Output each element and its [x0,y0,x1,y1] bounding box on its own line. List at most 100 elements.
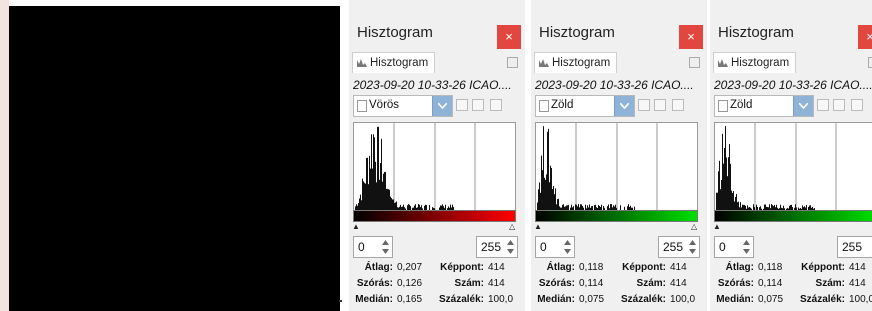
image-canvas[interactable] [9,6,340,311]
histogram-bar [735,196,736,210]
panel-titlebar[interactable]: Hisztogram × [531,14,707,52]
histogram-bar [722,133,723,210]
log-histogram-icon[interactable] [833,99,845,111]
dropdown-button[interactable] [614,96,634,116]
histogram-bar [541,155,542,210]
histogram-bar [734,201,735,210]
dock-menu-icon[interactable] [868,57,872,68]
histogram-graph[interactable] [714,122,872,211]
range-low-value: 0 [358,240,365,254]
histogram-bar [392,199,393,210]
histogram-bar [716,192,717,210]
dropdown-button[interactable] [432,96,452,116]
tab-histogram[interactable]: Hisztogram [352,52,436,73]
panel-titlebar[interactable]: Hisztogram × [710,14,872,52]
histogram-bar [544,177,545,210]
histogram-icon [357,59,367,67]
range-high-input[interactable]: 255 [476,236,518,258]
view-mode-icon[interactable] [851,99,863,111]
high-marker[interactable]: △ [691,222,697,231]
dock-menu-icon[interactable] [689,57,700,68]
percent-label: Százalék: [438,294,484,305]
histogram-bar [362,178,363,210]
range-high-input[interactable]: 255 [837,236,872,258]
histogram-bar [379,179,380,210]
histogram-graph[interactable] [353,122,516,211]
histogram-bar [717,192,718,210]
histogram-bar [736,193,737,210]
histogram-bar [548,128,549,210]
range-high-value: 255 [481,240,502,254]
histogram-bar [726,157,727,210]
pixels-label: Képpont: [801,262,845,273]
histogram-bar [374,137,375,210]
panel-title: Hisztogram [539,24,615,41]
range-low-input[interactable]: 0 [353,236,393,258]
histogram-plot [716,123,837,210]
spinner-arrows-icon[interactable] [506,237,515,257]
tab-histogram[interactable]: Hisztogram [713,52,797,73]
dropdown-button[interactable] [793,96,813,116]
histogram-bar [388,189,389,210]
close-button[interactable]: × [858,25,872,49]
panel-titlebar[interactable]: Hisztogram × [349,14,525,52]
view-mode-icon[interactable] [490,99,502,111]
canvas-corner-mark [339,300,342,302]
view-mode-icon[interactable] [672,99,684,111]
channel-icon [357,100,367,112]
low-marker[interactable]: ▲ [534,222,542,231]
histogram-bar [732,192,733,210]
count-value: 414 [670,278,687,289]
dock-menu-icon[interactable] [507,57,518,68]
histogram-bar [740,202,741,210]
histogram-bar [368,184,369,210]
histogram-bar [382,181,383,210]
histogram-bar [391,198,392,210]
histogram-bar [372,168,373,210]
histogram-bar [369,155,370,210]
spinner-arrows-icon[interactable] [381,237,390,257]
histogram-bar [731,190,732,210]
linear-histogram-icon[interactable] [456,99,468,111]
histogram-bar [545,179,546,210]
linear-histogram-icon[interactable] [638,99,650,111]
range-low-input[interactable]: 0 [535,236,575,258]
pixels-label: Képpont: [622,262,666,273]
histogram-bar [537,202,538,210]
percent-value: 100,0 [670,294,696,305]
histogram-bar [366,158,367,210]
histogram-bar [555,188,556,210]
median-label: Medián: [355,294,393,305]
close-button[interactable]: × [497,25,521,49]
spinner-arrows-icon[interactable] [688,237,697,257]
image-name: 2023-09-20 10-33-26 ICAO.... [714,78,872,92]
low-marker[interactable]: ▲ [713,222,721,231]
channel-select[interactable]: Vörös [353,95,453,117]
low-marker[interactable]: ▲ [352,222,360,231]
channel-select[interactable]: Zöld [714,95,814,117]
histogram-bar [373,134,374,210]
histogram-bar [393,199,394,210]
histogram-bar [538,189,539,210]
log-histogram-icon[interactable] [654,99,666,111]
histogram-bar [729,144,730,210]
chevron-down-icon [799,103,808,109]
log-histogram-icon[interactable] [472,99,484,111]
high-marker[interactable]: △ [509,222,515,231]
range-high-value: 255 [842,240,863,254]
channel-select[interactable]: Zöld [535,95,635,117]
image-name: 2023-09-20 10-33-26 ICAO.... [353,78,512,92]
tab-histogram[interactable]: Hisztogram [534,52,618,73]
range-low-input[interactable]: 0 [714,236,754,258]
histogram-graph[interactable] [535,122,698,211]
count-label: Szám: [454,278,484,289]
histogram-bar [383,173,384,210]
spinner-arrows-icon[interactable] [563,237,572,257]
close-button[interactable]: × [679,25,703,49]
histogram-bar [386,188,387,210]
spinner-arrows-icon[interactable] [742,237,751,257]
histogram-bar [539,182,540,210]
linear-histogram-icon[interactable] [817,99,829,111]
range-high-input[interactable]: 255 [658,236,700,258]
histogram-bar [540,192,541,210]
